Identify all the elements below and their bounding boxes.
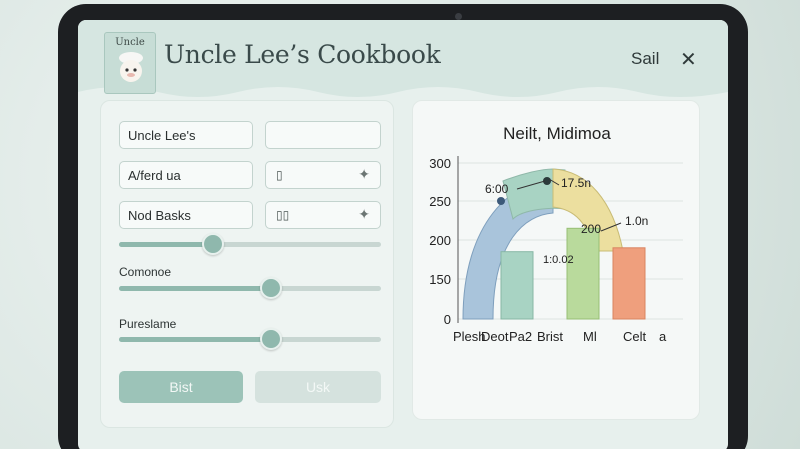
y-tick-label: 150 (429, 272, 451, 287)
close-icon[interactable]: ✕ (680, 47, 697, 72)
document-icon: ▯ (276, 168, 283, 182)
slider-one-thumb[interactable] (202, 233, 225, 255)
sparkle-icon[interactable]: ✦ (358, 206, 370, 223)
document-icon: ▯▯ (276, 208, 290, 222)
slider-two-label: Comonoe (119, 265, 172, 279)
app-logo-text: Uncle (115, 37, 145, 48)
y-tick-label: 200 (429, 233, 451, 248)
name2-field[interactable] (265, 121, 381, 149)
header-action-button[interactable]: Sail (631, 49, 659, 69)
arch-marker-point (497, 197, 505, 205)
primary-button[interactable]: Bist (119, 371, 243, 403)
y-tick-label: 0 (444, 312, 451, 327)
x-tick-label: Brist (537, 329, 563, 344)
bar (612, 247, 646, 320)
slider-three-thumb[interactable] (259, 328, 282, 350)
app-screen: Uncle Uncle Lee’s Cookbook Sail ✕ Uncle … (78, 20, 728, 449)
slider-one-track[interactable] (119, 242, 381, 247)
bar (566, 227, 600, 320)
slider-three-label: Pureslame (119, 317, 177, 331)
slider-two-thumb[interactable] (259, 277, 282, 299)
annotation-label: 200 (581, 222, 601, 236)
camera-dot (455, 13, 462, 20)
chef-face-icon (119, 52, 143, 82)
y-tick-label: 250 (429, 194, 451, 209)
sparkle-icon[interactable]: ✦ (358, 166, 370, 183)
secondary-button[interactable]: Usk (255, 371, 381, 403)
slider-three-fill (119, 337, 271, 342)
x-tick-label: Deot (481, 329, 509, 344)
slider-one-fill (119, 242, 214, 247)
chart: Neilt, Midimoa 0 150 200 250 300 6:00 17.5n 200 1… (429, 124, 683, 344)
x-tick-label: Pa2 (509, 329, 532, 344)
annotation-label: 1.0n (625, 214, 648, 228)
annotation-label: 1:0.02 (543, 254, 574, 266)
slider-two-fill (119, 286, 271, 291)
field-three[interactable]: Nod Basks (119, 201, 253, 229)
bar (500, 251, 534, 320)
field-three-side[interactable]: ▯▯ ✦ (265, 201, 381, 229)
field-two-side[interactable]: ▯ ✦ (265, 161, 381, 189)
annotation-label: 17.5n (561, 176, 591, 190)
slider-three-track[interactable] (119, 337, 381, 342)
field-two[interactable]: A/ferd ua (119, 161, 253, 189)
x-tick-label: Celt (623, 329, 647, 344)
name-field[interactable]: Uncle Lee's (119, 121, 253, 149)
slider-two-track[interactable] (119, 286, 381, 291)
app-header: Uncle Uncle Lee’s Cookbook Sail ✕ (78, 20, 728, 112)
app-title: Uncle Lee’s Cookbook (164, 40, 441, 69)
chart-title: Neilt, Midimoa (503, 124, 611, 143)
x-tick-label: Ml (583, 329, 597, 344)
y-tick-label: 300 (429, 156, 451, 171)
x-tick-label: a (659, 329, 667, 344)
app-logo: Uncle (104, 32, 156, 94)
chart-panel: Neilt, Midimoa 0 150 200 250 300 6:00 17.5n 200 1… (412, 100, 700, 420)
annotation-label: 6:00 (485, 182, 509, 196)
settings-panel: Uncle Lee's A/ferd ua ▯ ✦ Nod Basks ▯▯ ✦… (100, 100, 394, 428)
